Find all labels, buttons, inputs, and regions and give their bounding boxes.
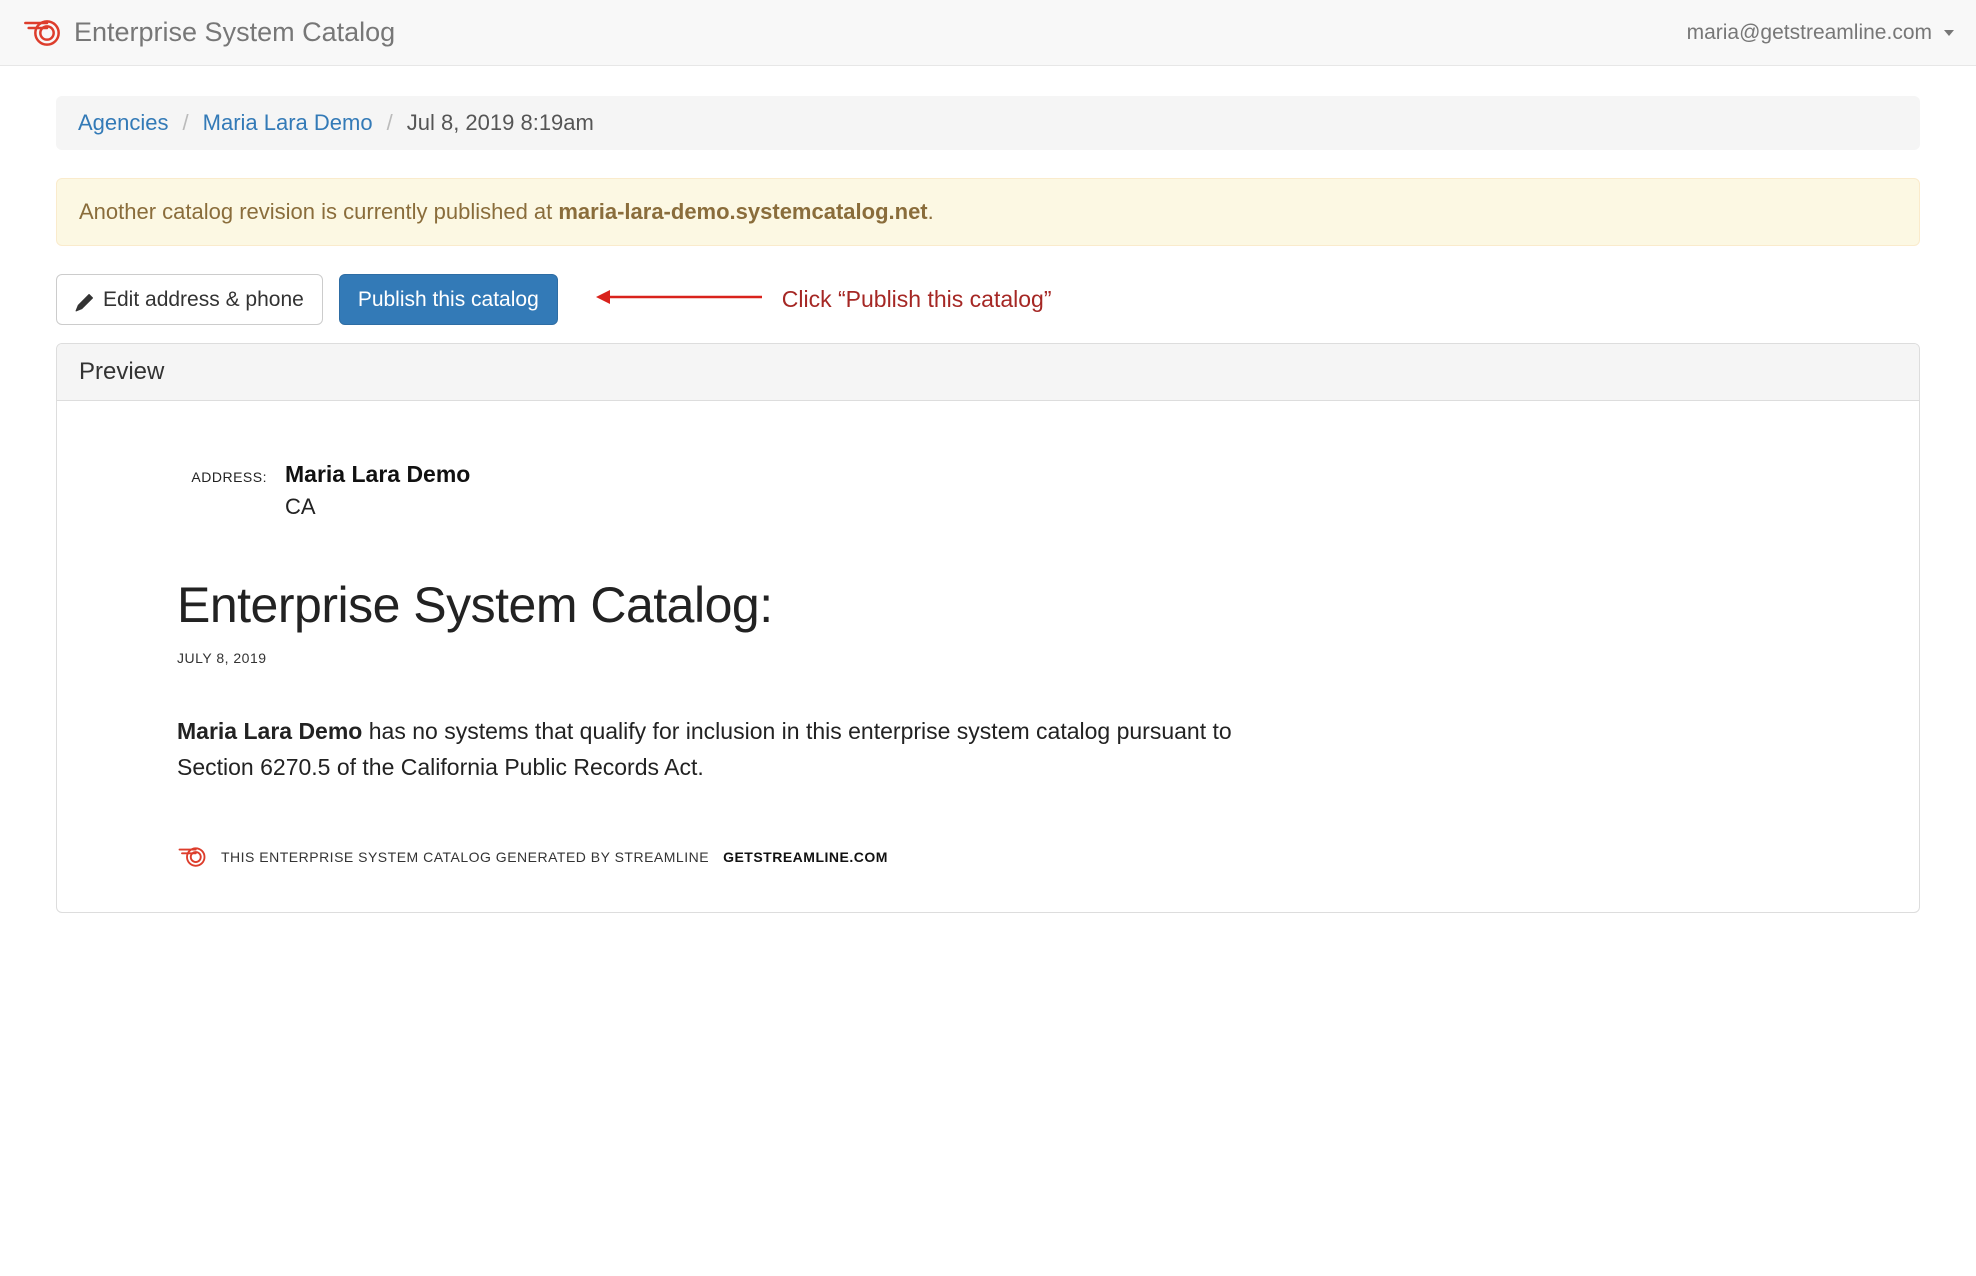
catalog-footer: THIS ENTERPRISE SYSTEM CATALOG GENERATED…: [177, 842, 1799, 872]
user-menu[interactable]: maria@getstreamline.com: [1687, 21, 1954, 45]
publish-catalog-button[interactable]: Publish this catalog: [339, 274, 558, 325]
breadcrumb-link-agencies[interactable]: Agencies: [78, 110, 169, 136]
catalog-date: JULY 8, 2019: [177, 650, 1799, 666]
preview-panel-heading: Preview: [57, 344, 1919, 401]
annotation-text: Click “Publish this catalog”: [782, 286, 1052, 313]
page-container: Agencies / Maria Lara Demo / Jul 8, 2019…: [28, 66, 1948, 913]
brand-text: Enterprise System Catalog: [74, 17, 395, 48]
action-row: Edit address & phone Publish this catalo…: [56, 274, 1920, 325]
preview-panel-body: ADDRESS: Maria Lara Demo CA Enterprise S…: [57, 401, 1919, 911]
instruction-annotation: Click “Publish this catalog”: [594, 285, 1052, 315]
agency-name: Maria Lara Demo: [285, 461, 470, 488]
breadcrumb: Agencies / Maria Lara Demo / Jul 8, 2019…: [56, 96, 1920, 150]
published-elsewhere-alert: Another catalog revision is currently pu…: [56, 178, 1920, 246]
preview-panel: Preview ADDRESS: Maria Lara Demo CA Ente…: [56, 343, 1920, 912]
catalog-body-agency: Maria Lara Demo: [177, 718, 362, 744]
navbar: Enterprise System Catalog maria@getstrea…: [0, 0, 1976, 66]
catalog-title: Enterprise System Catalog:: [177, 576, 1799, 634]
breadcrumb-separator: /: [183, 110, 189, 136]
pencil-icon: [75, 291, 93, 309]
edit-address-phone-button[interactable]: Edit address & phone: [56, 274, 323, 325]
arrow-left-icon: [594, 285, 764, 315]
caret-down-icon: [1944, 30, 1954, 36]
alert-prefix: Another catalog revision is currently pu…: [79, 199, 558, 224]
alert-suffix: .: [928, 199, 934, 224]
agency-state: CA: [285, 494, 1799, 520]
alert-domain: maria-lara-demo.systemcatalog.net: [558, 199, 927, 224]
publish-button-label: Publish this catalog: [358, 285, 539, 314]
swirl-logo-icon: [22, 13, 62, 53]
user-email: maria@getstreamline.com: [1687, 21, 1932, 45]
swirl-logo-small-icon: [177, 842, 207, 872]
breadcrumb-current: Jul 8, 2019 8:19am: [407, 110, 594, 136]
catalog-body: Maria Lara Demo has no systems that qual…: [177, 714, 1257, 785]
address-label: ADDRESS:: [177, 469, 267, 485]
breadcrumb-link-agency[interactable]: Maria Lara Demo: [203, 110, 373, 136]
breadcrumb-separator: /: [387, 110, 393, 136]
footer-credit-link[interactable]: GETSTREAMLINE.COM: [723, 849, 888, 865]
brand[interactable]: Enterprise System Catalog: [22, 13, 395, 53]
edit-button-label: Edit address & phone: [103, 285, 304, 314]
footer-credit-text: THIS ENTERPRISE SYSTEM CATALOG GENERATED…: [221, 849, 709, 865]
